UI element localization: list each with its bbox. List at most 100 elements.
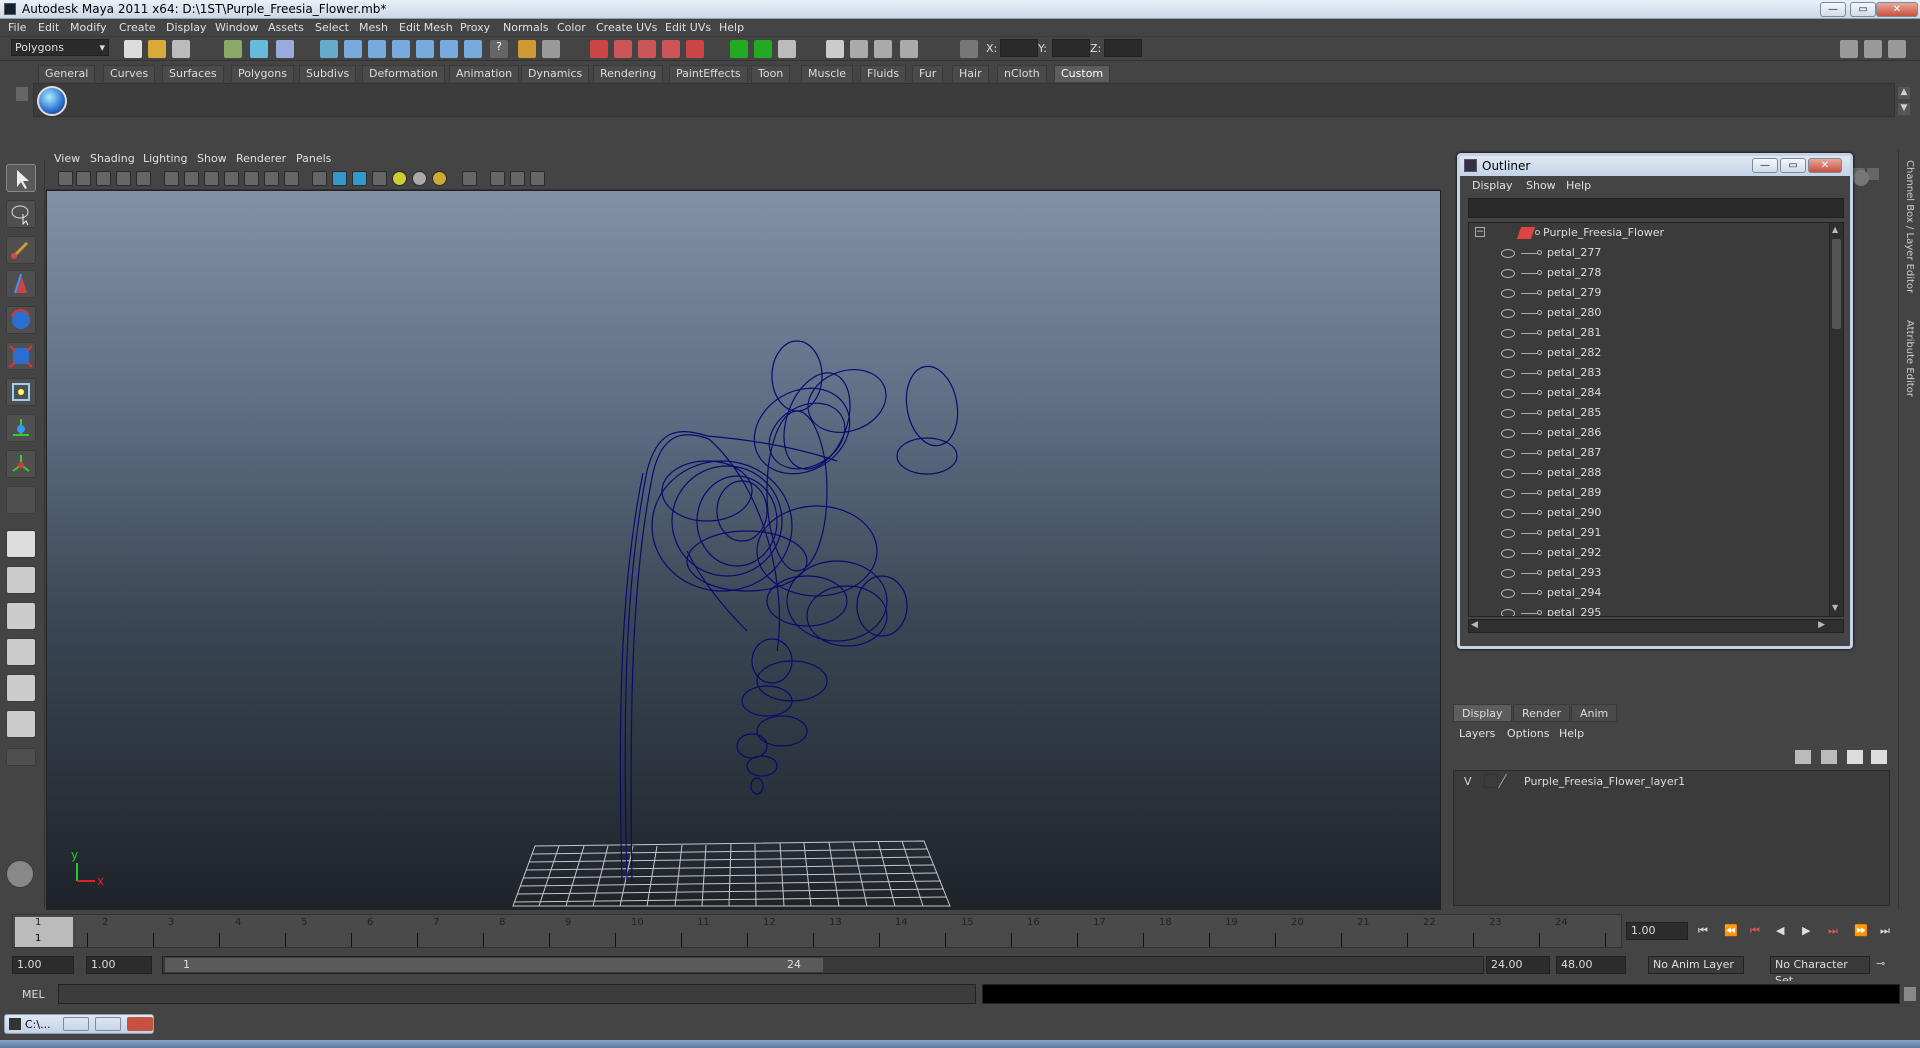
snap-plane-icon[interactable] bbox=[392, 40, 410, 58]
outliner-item[interactable]: petal_286 bbox=[1469, 423, 1829, 443]
toggle-channel-box-icon[interactable] bbox=[1888, 40, 1906, 58]
lock-icon[interactable] bbox=[518, 40, 536, 58]
menu-edit[interactable]: Edit bbox=[38, 21, 59, 34]
layer-type-toggle[interactable] bbox=[1484, 774, 1498, 788]
image-plane-icon[interactable] bbox=[116, 171, 131, 186]
layer-tab-render[interactable]: Render bbox=[1513, 704, 1571, 722]
z-input[interactable] bbox=[1104, 39, 1142, 57]
collapse-icon[interactable]: − bbox=[1475, 227, 1485, 237]
menu-help[interactable]: Help bbox=[719, 21, 744, 34]
render-settings-icon[interactable] bbox=[778, 40, 796, 58]
character-set-dropdown[interactable]: No Character Set bbox=[1770, 956, 1870, 987]
menu-assets[interactable]: Assets bbox=[268, 21, 304, 34]
outliner-menu-display[interactable]: Display bbox=[1472, 179, 1513, 192]
shelf-tab-muscle[interactable]: Muscle bbox=[801, 65, 854, 82]
scroll-up-icon[interactable]: ▲ bbox=[1832, 225, 1841, 235]
viewport-menu-view[interactable]: View bbox=[54, 152, 80, 165]
menu-display[interactable]: Display bbox=[166, 21, 207, 34]
menu-create-uvs[interactable]: Create UVs bbox=[596, 21, 657, 34]
output-ops-icon[interactable] bbox=[638, 40, 656, 58]
go-to-end-icon[interactable]: ⏭ bbox=[1880, 924, 1890, 938]
move-layer-up-icon[interactable] bbox=[1795, 750, 1811, 764]
shelf-menu-icon[interactable] bbox=[16, 87, 28, 101]
step-back-key-icon[interactable]: ⏮ bbox=[1750, 924, 1760, 938]
shelf-tab-animation[interactable]: Animation bbox=[449, 65, 520, 82]
maximize-button[interactable] bbox=[95, 1017, 121, 1031]
shelf-tab-subdivs[interactable]: Subdivs bbox=[299, 65, 357, 82]
go-to-start-icon[interactable]: ⏮ bbox=[1698, 924, 1708, 938]
menu-mesh[interactable]: Mesh bbox=[359, 21, 388, 34]
menu-file[interactable]: File bbox=[8, 21, 26, 34]
command-language-label[interactable]: MEL bbox=[22, 988, 45, 1001]
outliner-item[interactable]: petal_290 bbox=[1469, 503, 1829, 523]
step-forward-key-icon[interactable]: ⏭ bbox=[1828, 924, 1838, 938]
menu-normals[interactable]: Normals bbox=[503, 21, 549, 34]
play-forwards-icon[interactable]: ▶ bbox=[1802, 924, 1810, 937]
outliner-item[interactable]: petal_278 bbox=[1469, 263, 1829, 283]
toggle-sidebar-icon[interactable] bbox=[1840, 40, 1858, 58]
shelf-tab-dynamics[interactable]: Dynamics bbox=[521, 65, 590, 82]
menu-edit-mesh[interactable]: Edit Mesh bbox=[399, 21, 453, 34]
layer-menu-layers[interactable]: Layers bbox=[1459, 727, 1495, 740]
minimize-button[interactable]: — bbox=[1820, 2, 1846, 17]
render-view-icon[interactable] bbox=[874, 40, 892, 58]
outliner-item[interactable]: petal_295 bbox=[1469, 603, 1829, 616]
select-hierarchy-icon[interactable] bbox=[224, 40, 242, 58]
all-lights-icon[interactable] bbox=[432, 171, 447, 186]
layer-visibility-toggle[interactable]: V bbox=[1464, 775, 1472, 788]
hypershade-icon[interactable] bbox=[826, 40, 844, 58]
four-view-layout-icon[interactable] bbox=[6, 566, 36, 594]
shelf-tab-fur[interactable]: Fur bbox=[912, 65, 944, 82]
universal-manipulator-icon[interactable] bbox=[6, 378, 36, 406]
resolution-gate-icon[interactable] bbox=[204, 171, 219, 186]
restore-button[interactable] bbox=[63, 1017, 89, 1031]
animation-start-field[interactable]: 1.00 bbox=[12, 956, 74, 974]
shelf-scroll-up-icon[interactable]: ▲ bbox=[1898, 87, 1910, 99]
lasso-tool-icon[interactable] bbox=[6, 200, 36, 228]
command-input[interactable] bbox=[58, 984, 976, 1004]
wireframe-on-shaded-icon[interactable] bbox=[352, 171, 367, 186]
menu-select[interactable]: Select bbox=[315, 21, 349, 34]
grid-toggle-icon[interactable] bbox=[164, 171, 179, 186]
shelf-scroll-down-icon[interactable]: ▼ bbox=[1898, 103, 1910, 115]
shelf-tab-hair[interactable]: Hair bbox=[952, 65, 989, 82]
outliner-menu-help[interactable]: Help bbox=[1566, 179, 1591, 192]
selection-mask-icon[interactable] bbox=[542, 40, 560, 58]
rotate-tool-icon[interactable] bbox=[6, 306, 36, 334]
input-ops-icon[interactable] bbox=[614, 40, 632, 58]
bookmark-icon[interactable] bbox=[96, 171, 111, 186]
safe-title-icon[interactable] bbox=[284, 171, 299, 186]
outliner-item[interactable]: petal_284 bbox=[1469, 383, 1829, 403]
outliner-item[interactable]: petal_287 bbox=[1469, 443, 1829, 463]
outliner-item[interactable]: petal_285 bbox=[1469, 403, 1829, 423]
move-layer-down-icon[interactable] bbox=[1821, 750, 1837, 764]
anim-layer-dropdown[interactable]: No Anim Layer bbox=[1648, 956, 1744, 974]
snap-live-icon[interactable] bbox=[464, 40, 482, 58]
range-slider-handle[interactable] bbox=[165, 958, 823, 972]
last-tool-icon[interactable] bbox=[6, 486, 36, 514]
maximize-button[interactable]: ▭ bbox=[1850, 2, 1876, 17]
menu-proxy[interactable]: Proxy bbox=[460, 21, 490, 34]
layout-options-icon[interactable] bbox=[6, 748, 36, 766]
snap-point-icon[interactable] bbox=[368, 40, 386, 58]
camera-select-icon[interactable] bbox=[58, 171, 73, 186]
outliner-menu-show[interactable]: Show bbox=[1526, 179, 1556, 192]
menu-color[interactable]: Color bbox=[557, 21, 586, 34]
toggle-attribute-icon[interactable] bbox=[1864, 40, 1882, 58]
sequence-icon[interactable] bbox=[900, 40, 918, 58]
layer-color-swatch[interactable] bbox=[1497, 774, 1521, 788]
grease-pencil-icon[interactable] bbox=[136, 171, 151, 186]
perspective-viewport[interactable]: y x bbox=[46, 190, 1441, 910]
y-input[interactable] bbox=[1052, 39, 1090, 57]
component-xray-icon[interactable] bbox=[530, 171, 545, 186]
channel-box-icon[interactable] bbox=[1853, 170, 1869, 186]
viewport-menu-lighting[interactable]: Lighting bbox=[143, 152, 187, 165]
shelf-tab-deformation[interactable]: Deformation bbox=[362, 65, 445, 82]
outliner-horizontal-scrollbar[interactable]: ◀ ▶ bbox=[1468, 619, 1844, 633]
time-slider[interactable]: 1 1 2 3 4 5 6 7 8 9 10 11 12 13 14 15 16… bbox=[12, 914, 1622, 948]
minimized-window[interactable]: C:\... bbox=[4, 1014, 154, 1034]
select-object-icon[interactable] bbox=[250, 40, 268, 58]
outliner-close-button[interactable]: ✕ bbox=[1808, 158, 1842, 173]
xray-icon[interactable] bbox=[490, 171, 505, 186]
shelf-tab-toon[interactable]: Toon bbox=[751, 65, 791, 82]
